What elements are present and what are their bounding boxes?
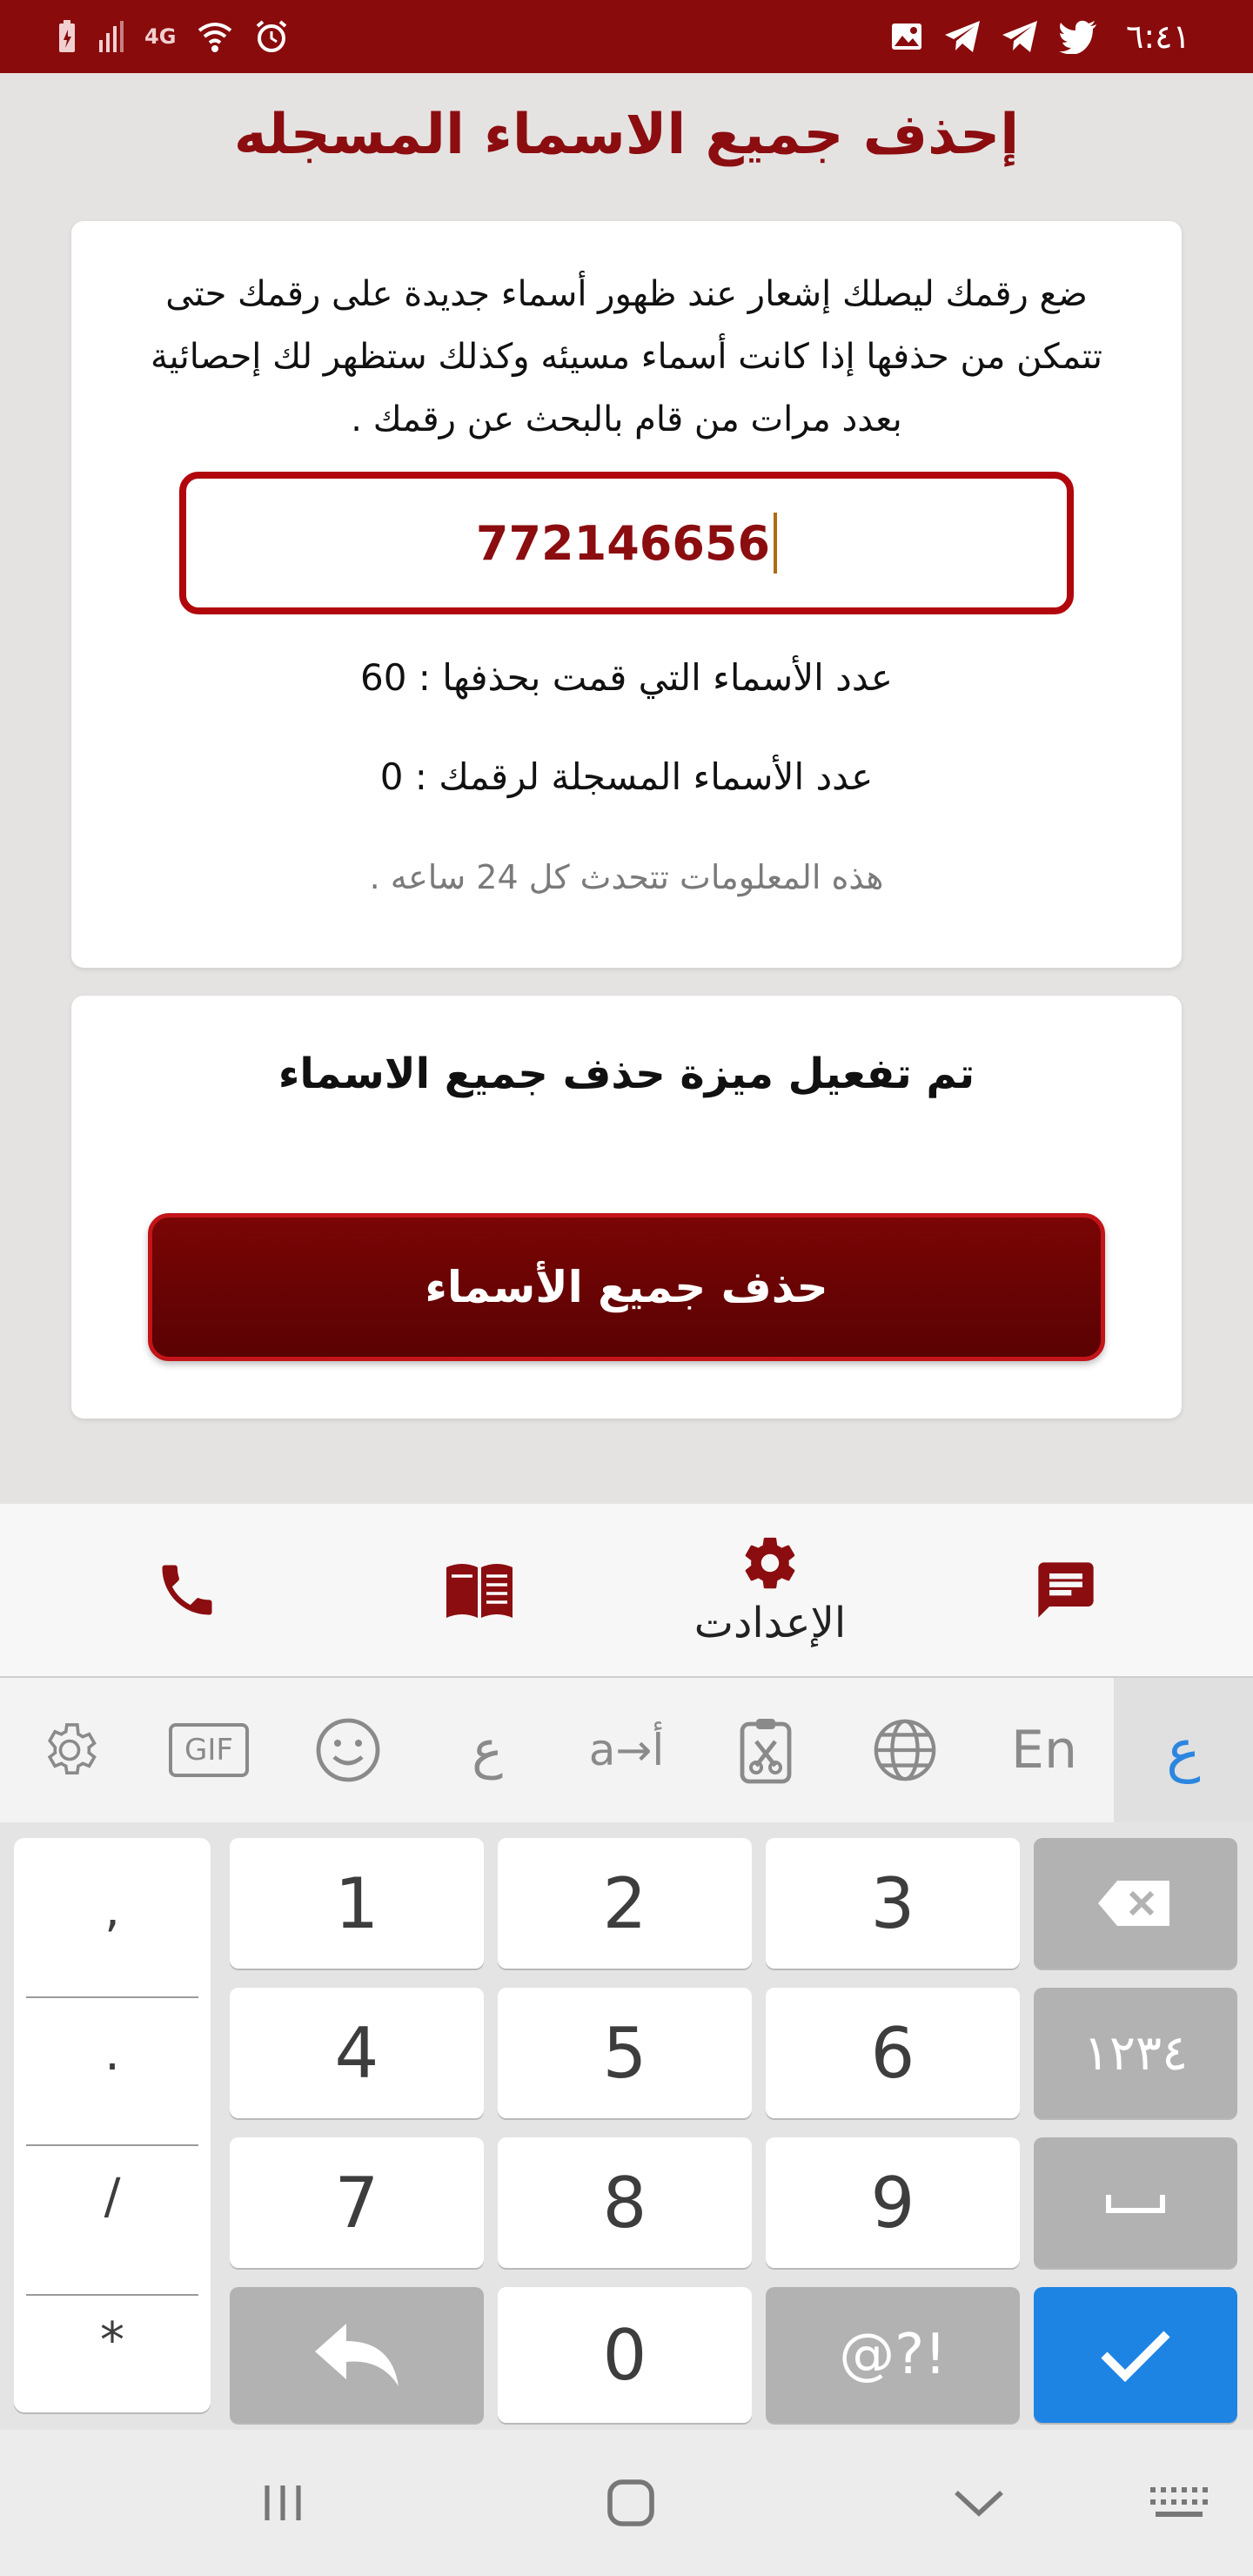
period-key[interactable]: . (14, 1982, 211, 2125)
description-line: تتمكن من حذفها إذا كانت أسماء مسيئه وكذل… (151, 337, 1102, 377)
clock: ٦:٤١ (1125, 17, 1190, 56)
keyboard: GIF ع a→أ En ع , . / * 1 2 3 4 5 6 ١٢٣٤ … (0, 1676, 1253, 2430)
symbols-key[interactable]: @?! (766, 2287, 1020, 2423)
hide-keyboard-button[interactable] (931, 2430, 1027, 2576)
key-4[interactable]: 4 (230, 1988, 484, 2118)
network-type: 4G (144, 24, 177, 49)
key-8[interactable]: 8 (498, 2137, 752, 2268)
description-line: ضع رقمك ليصلك إشعار عند ظهور أسماء جديدة… (165, 274, 1088, 314)
home-icon (607, 2479, 654, 2526)
nav-settings-label: الإعدادت (694, 1599, 847, 1647)
english-label: En (1011, 1720, 1077, 1781)
comma-key-label: , (104, 1882, 120, 1938)
registered-names-count: عدد الأسماء المسجلة لرقمك : 0 (379, 755, 874, 798)
feature-status: تم تفعيل ميزة حذف جميع الاسماء (278, 1050, 975, 1098)
emoji-button[interactable] (278, 1678, 418, 1822)
telegram-icon (1002, 21, 1037, 52)
signal-icon (99, 21, 124, 52)
text-caret (774, 513, 778, 574)
clipboard-icon (740, 1719, 792, 1784)
period-key-label: . (104, 2025, 120, 2082)
keyboard-icon (1150, 2487, 1208, 2517)
gear-icon (745, 1537, 795, 1589)
nav-settings[interactable]: الإعدادت (670, 1504, 870, 1676)
gif-icon: GIF (169, 1723, 249, 1777)
keyboard-toolbar: GIF ع a→أ En ع (0, 1678, 1253, 1822)
space-icon (1106, 2195, 1165, 2213)
nav-messages[interactable] (1009, 1504, 1122, 1676)
done-key[interactable] (1034, 2287, 1237, 2423)
back-key[interactable] (230, 2287, 484, 2423)
home-button[interactable] (583, 2430, 679, 2576)
asterisk-key-label: * (100, 2312, 124, 2369)
smiley-icon (316, 1718, 380, 1782)
space-key[interactable] (1034, 2137, 1237, 2268)
key-5[interactable]: 5 (498, 1988, 752, 2118)
delete-all-names-label: حذف جميع الأسماء (425, 1262, 828, 1312)
arabic-font-button[interactable]: ع (418, 1678, 557, 1822)
key-0[interactable]: 0 (498, 2287, 752, 2423)
key-1[interactable]: 1 (230, 1838, 484, 1969)
translate-button[interactable]: a→أ (557, 1678, 696, 1822)
status-left-icons: 4G (57, 16, 289, 57)
delete-card: تم تفعيل ميزة حذف جميع الاسماء حذف جميع … (71, 996, 1182, 1419)
slash-key-label: / (104, 2169, 121, 2225)
deleted-names-count: عدد الأسماء التي قمت بحذفها : 60 (360, 656, 893, 699)
translate-label: a→أ (588, 1725, 665, 1775)
phone-number-value: 772146656 (475, 515, 771, 571)
telegram-icon (944, 21, 980, 52)
arabic-language-button[interactable]: ع (1114, 1678, 1253, 1822)
gallery-icon (891, 23, 921, 50)
description-line: بعدد مرات من قام بالبحث عن رقمك . (351, 399, 902, 439)
globe-icon (874, 1719, 936, 1781)
key-3[interactable]: 3 (766, 1838, 1020, 1969)
book-icon (446, 1564, 513, 1618)
backspace-key[interactable] (1034, 1838, 1237, 1969)
backspace-icon (1098, 1881, 1169, 1926)
info-card: ضع رقمك ليصلك إشعار عند ظهور أسماء جديدة… (71, 221, 1182, 968)
twitter-icon (1058, 20, 1096, 54)
gif-label: GIF (184, 1733, 233, 1768)
arabic-font-label: ع (472, 1720, 503, 1781)
phone-number-input[interactable]: 772146656 (179, 472, 1074, 614)
recent-apps-icon (265, 2485, 301, 2520)
key-2[interactable]: 2 (498, 1838, 752, 1969)
key-9[interactable]: 9 (766, 2137, 1020, 2268)
comma-key[interactable]: , (14, 1838, 211, 1982)
page-title: إحذف جميع الاسماء المسجله (233, 103, 1020, 167)
key-6[interactable]: 6 (766, 1988, 1020, 2118)
keyboard-switch-button[interactable] (1131, 2430, 1227, 2576)
checkmark-icon (1101, 2331, 1170, 2383)
key-7[interactable]: 7 (230, 2137, 484, 2268)
gear-icon (47, 1723, 97, 1775)
delete-all-names-button[interactable]: حذف جميع الأسماء (148, 1213, 1105, 1361)
update-note: هذه المعلومات تتحدث كل 24 ساعه . (369, 858, 884, 896)
arabic-digits-key[interactable]: ١٢٣٤ (1034, 1988, 1237, 2118)
wifi-icon (198, 23, 232, 52)
nav-directory[interactable] (423, 1504, 536, 1676)
battery-icon (59, 20, 75, 52)
status-bar: 4G ٦:٤١ (0, 0, 1253, 73)
arabic-label: ع (1166, 1716, 1201, 1784)
info-description: ضع رقمك ليصلك إشعار عند ظهور أسماء جديدة… (106, 263, 1147, 451)
symbol-column: , . / * (14, 1838, 211, 2412)
chevron-down-icon (955, 2490, 1003, 2517)
message-icon (1038, 1562, 1094, 1618)
recent-apps-button[interactable] (235, 2430, 331, 2576)
slash-key[interactable]: / (14, 2125, 211, 2269)
system-nav-bar (0, 2430, 1253, 2576)
nav-phone[interactable] (131, 1504, 244, 1676)
gif-button[interactable]: GIF (139, 1678, 278, 1822)
language-button[interactable] (835, 1678, 975, 1822)
clipboard-button[interactable] (696, 1678, 835, 1822)
alarm-icon (257, 20, 287, 52)
status-right-icons: ٦:٤١ (889, 16, 1190, 57)
english-language-button[interactable]: En (975, 1678, 1114, 1822)
keyboard-settings-button[interactable] (0, 1678, 139, 1822)
asterisk-key[interactable]: * (14, 2269, 211, 2412)
reply-arrow-icon (315, 2324, 399, 2386)
phone-icon (162, 1565, 212, 1615)
bottom-nav: الإعدادت (0, 1504, 1253, 1676)
